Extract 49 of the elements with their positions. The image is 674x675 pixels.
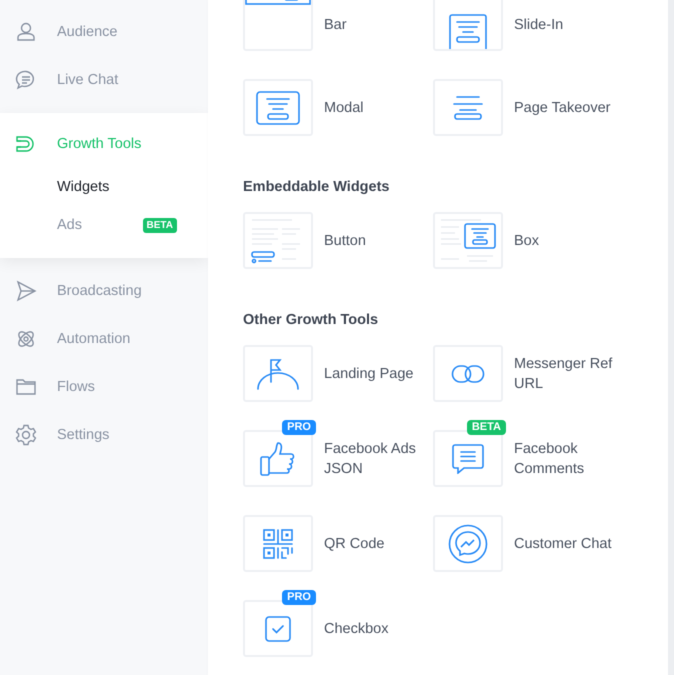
- send-icon: [15, 280, 37, 302]
- badge: PRO: [282, 590, 316, 605]
- widget-tile[interactable]: [433, 430, 503, 487]
- person-icon: [15, 21, 37, 43]
- thumbs-up-icon: [260, 440, 296, 476]
- page-takeover-icon: [453, 94, 483, 120]
- widget-tile[interactable]: [243, 345, 313, 402]
- section-heading: Embeddable Widgets: [243, 178, 391, 197]
- tile-label[interactable]: Button: [324, 230, 432, 250]
- widget-tile[interactable]: [433, 515, 503, 572]
- sidebar-subitem[interactable]: Widgets: [0, 168, 208, 206]
- widget-tile[interactable]: [243, 212, 313, 269]
- qr-code-icon: [263, 528, 293, 558]
- comment-icon: [452, 444, 484, 474]
- widget-tile[interactable]: [243, 515, 313, 572]
- badge: BETA: [466, 420, 506, 435]
- tile-label[interactable]: Messenger Ref URL: [514, 354, 622, 394]
- tile-label[interactable]: Modal: [324, 98, 432, 118]
- checkbox-icon: [265, 616, 291, 642]
- tile-label[interactable]: Slide-In: [514, 15, 622, 51]
- widget-tile[interactable]: [243, 600, 313, 657]
- tile-label[interactable]: Customer Chat: [514, 534, 622, 554]
- tile-label[interactable]: QR Code: [324, 534, 432, 554]
- tile-label[interactable]: Facebook Ads JSON: [324, 438, 432, 478]
- widget-tile[interactable]: [243, 430, 313, 487]
- gear-icon: [15, 424, 37, 446]
- tile-label[interactable]: Bar: [324, 15, 432, 51]
- widget-tile[interactable]: [243, 79, 313, 136]
- tile-label[interactable]: Landing Page: [324, 364, 432, 384]
- widget-tile[interactable]: [433, 345, 503, 402]
- link-icon: [451, 364, 485, 384]
- badge: PRO: [282, 420, 316, 435]
- flag-on-hill-icon: [257, 358, 299, 390]
- widget-tile[interactable]: [243, 0, 313, 51]
- chat-icon: [15, 69, 37, 91]
- messenger-icon: [448, 524, 488, 564]
- tile-label[interactable]: Box: [514, 230, 622, 250]
- box-widget-icon: [439, 218, 497, 264]
- widget-tile[interactable]: [433, 0, 503, 51]
- tile-label[interactable]: Checkbox: [324, 618, 432, 638]
- widget-tile[interactable]: [433, 212, 503, 269]
- slide-in-icon: [448, 13, 488, 49]
- modal-icon: [256, 90, 300, 124]
- badge: BETA: [142, 218, 177, 232]
- atom-icon: [15, 328, 37, 350]
- tile-label[interactable]: Facebook Comments: [514, 438, 622, 478]
- section-heading: Other Growth Tools: [243, 311, 380, 330]
- tile-label[interactable]: Page Takeover: [514, 98, 622, 118]
- widget-tile[interactable]: [433, 79, 503, 136]
